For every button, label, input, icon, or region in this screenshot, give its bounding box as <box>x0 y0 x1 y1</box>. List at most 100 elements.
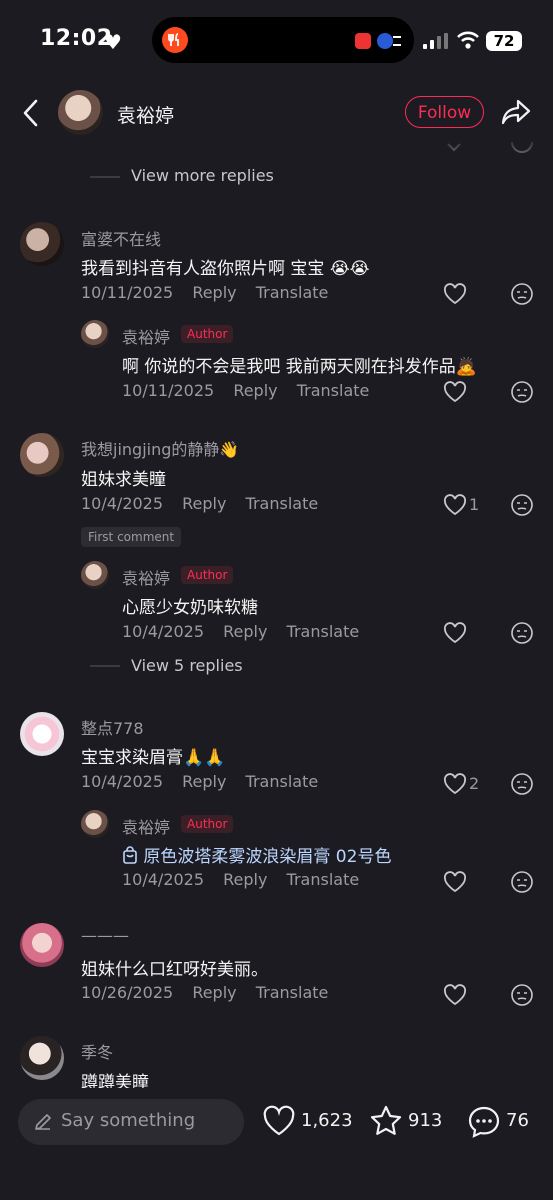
commenter-avatar[interactable] <box>20 923 64 967</box>
back-arrow-icon[interactable] <box>20 98 42 128</box>
reply-author-avatar[interactable] <box>81 320 109 348</box>
profile-name[interactable]: 袁裕婷 <box>117 101 174 128</box>
comment-date: 10/4/2025 <box>81 494 164 513</box>
reply-button[interactable]: Reply <box>182 772 226 791</box>
bow-emoji: 🙇 <box>455 357 477 377</box>
translate-button[interactable]: Translate <box>297 381 370 400</box>
commenter-name[interactable]: 季冬 <box>81 1039 113 1063</box>
reply-author-name[interactable]: 袁裕婷 <box>122 814 170 838</box>
post-like-count: 1,623 <box>301 1110 353 1131</box>
like-count: 1 <box>469 495 480 514</box>
like-post-icon[interactable] <box>262 1105 296 1137</box>
translate-button[interactable]: Translate <box>246 772 319 791</box>
crying-emoji: 😭😭 <box>329 259 370 279</box>
battery-indicator: 72 <box>486 31 522 51</box>
like-heart-icon[interactable] <box>443 984 467 1006</box>
reply-button[interactable]: Reply <box>182 494 226 513</box>
like-heart-icon[interactable] <box>443 381 467 403</box>
translate-button[interactable]: Translate <box>287 622 360 641</box>
shopping-bag-icon <box>123 846 137 864</box>
commenter-avatar[interactable] <box>20 222 64 266</box>
translate-button[interactable]: Translate <box>287 870 360 889</box>
dislike-face-icon[interactable] <box>510 282 534 306</box>
heart-status-icon: ♥ <box>104 30 122 54</box>
author-badge: Author <box>181 815 234 833</box>
cellular-signal-icon <box>423 33 448 49</box>
comment-text: 姐妹什么口红呀好美丽。 <box>81 960 268 980</box>
dislike-face-icon[interactable] <box>510 493 534 517</box>
pencil-icon <box>35 1114 51 1130</box>
reply-text: 心愿少女奶味软糖 <box>122 598 258 618</box>
reply-author-avatar[interactable] <box>81 561 109 589</box>
wifi-icon <box>457 31 479 49</box>
author-badge: Author <box>181 566 234 584</box>
dislike-face-icon[interactable] <box>510 772 534 796</box>
comment-meta: 10/11/2025 Reply Translate <box>81 283 342 302</box>
commenter-avatar[interactable] <box>20 712 64 756</box>
reply-button[interactable]: Reply <box>192 283 236 302</box>
reply-author-avatar[interactable] <box>81 810 109 838</box>
translate-button[interactable]: Translate <box>256 983 329 1002</box>
first-comment-badge: First comment <box>81 527 182 547</box>
follow-button[interactable]: Follow <box>405 96 484 128</box>
pray-emoji: 🙏🙏 <box>183 748 226 768</box>
commenter-name[interactable]: 整点778 <box>81 715 144 739</box>
share-icon[interactable] <box>500 97 532 127</box>
commenter-avatar[interactable] <box>20 1036 64 1080</box>
comment-date: 10/4/2025 <box>81 772 164 791</box>
comments-bubble-icon[interactable] <box>467 1105 501 1139</box>
reply-button[interactable]: Reply <box>192 983 236 1002</box>
commenter-name[interactable]: 富婆不在线 <box>81 226 161 250</box>
like-heart-icon[interactable] <box>443 871 467 893</box>
wave-emoji: 👋 <box>219 440 240 459</box>
dislike-face-icon[interactable] <box>510 621 534 645</box>
status-time: 12:02 <box>40 26 113 51</box>
reply-date: 10/11/2025 <box>122 381 215 400</box>
like-heart-icon[interactable] <box>443 622 467 644</box>
comment-text: 姐妹求美瞳 <box>81 470 166 490</box>
post-favorite-count: 913 <box>408 1110 443 1131</box>
live-activity-icon <box>355 33 401 49</box>
like-heart-icon[interactable] <box>443 494 467 516</box>
reply-author-name[interactable]: 袁裕婷 <box>122 324 170 348</box>
dislike-face-icon[interactable] <box>510 983 534 1007</box>
reply-author-name[interactable]: 袁裕婷 <box>122 565 170 589</box>
like-heart-icon[interactable] <box>443 773 467 795</box>
post-comment-count: 76 <box>506 1110 529 1131</box>
comment-input-placeholder[interactable]: Say something <box>61 1110 195 1131</box>
translate-button[interactable]: Translate <box>256 283 329 302</box>
profile-avatar[interactable] <box>58 90 103 135</box>
reply-text[interactable]: 原色波塔柔雾波浪染眉膏 02号色 <box>122 842 391 867</box>
app-activity-icon <box>162 27 188 53</box>
dislike-face-icon[interactable] <box>510 380 534 404</box>
favorite-star-icon[interactable] <box>369 1104 403 1138</box>
like-heart-icon[interactable] <box>443 283 467 305</box>
reply-meta: 10/4/2025 Reply Translate <box>122 622 373 641</box>
dislike-face-icon[interactable] <box>510 870 534 894</box>
view-more-replies-link[interactable]: View more replies <box>131 166 274 185</box>
reply-button[interactable]: Reply <box>223 622 267 641</box>
commenter-avatar[interactable] <box>20 433 64 477</box>
thread-divider <box>90 176 120 178</box>
reply-button[interactable]: Reply <box>233 381 277 400</box>
commenter-name[interactable]: 我想jingjing的静静👋 <box>81 436 239 460</box>
comment-meta: 10/26/2025 Reply Translate <box>81 983 342 1002</box>
comment-meta: 10/4/2025 Reply Translate <box>81 772 332 791</box>
view-replies-link[interactable]: View 5 replies <box>131 656 243 675</box>
product-link[interactable]: 原色波塔柔雾波浪染眉膏 02号色 <box>143 847 391 867</box>
reply-button[interactable]: Reply <box>223 870 267 889</box>
thread-divider <box>90 665 120 667</box>
comment-meta: 10/4/2025 Reply Translate <box>81 494 332 513</box>
comment-date: 10/26/2025 <box>81 983 174 1002</box>
translate-button[interactable]: Translate <box>246 494 319 513</box>
comment-text: 我看到抖音有人盗你照片啊 宝宝 😭😭 <box>81 259 370 279</box>
reply-meta: 10/11/2025 Reply Translate <box>122 381 383 400</box>
comment-date: 10/11/2025 <box>81 283 174 302</box>
reply-meta: 10/4/2025 Reply Translate <box>122 870 373 889</box>
reply-date: 10/4/2025 <box>122 870 205 889</box>
like-count: 2 <box>469 774 480 793</box>
author-badge: Author <box>181 325 234 343</box>
comment-text: 宝宝求染眉膏🙏🙏 <box>81 748 226 768</box>
commenter-name[interactable]: ——— <box>81 926 129 945</box>
reply-date: 10/4/2025 <box>122 622 205 641</box>
